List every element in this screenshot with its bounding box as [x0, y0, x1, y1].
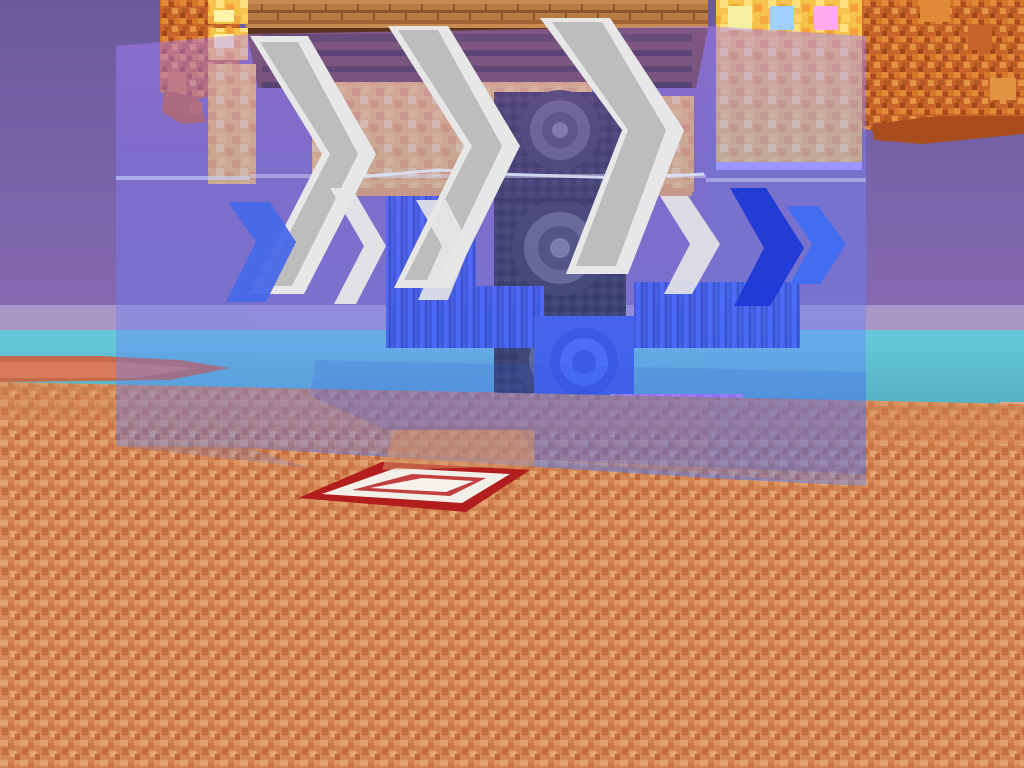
right-autumn-canopy-icon	[848, 0, 1024, 144]
floor-tint-under-glass	[310, 360, 866, 474]
game-scene[interactable]	[0, 0, 1024, 768]
game-world-view[interactable]	[0, 0, 1024, 768]
